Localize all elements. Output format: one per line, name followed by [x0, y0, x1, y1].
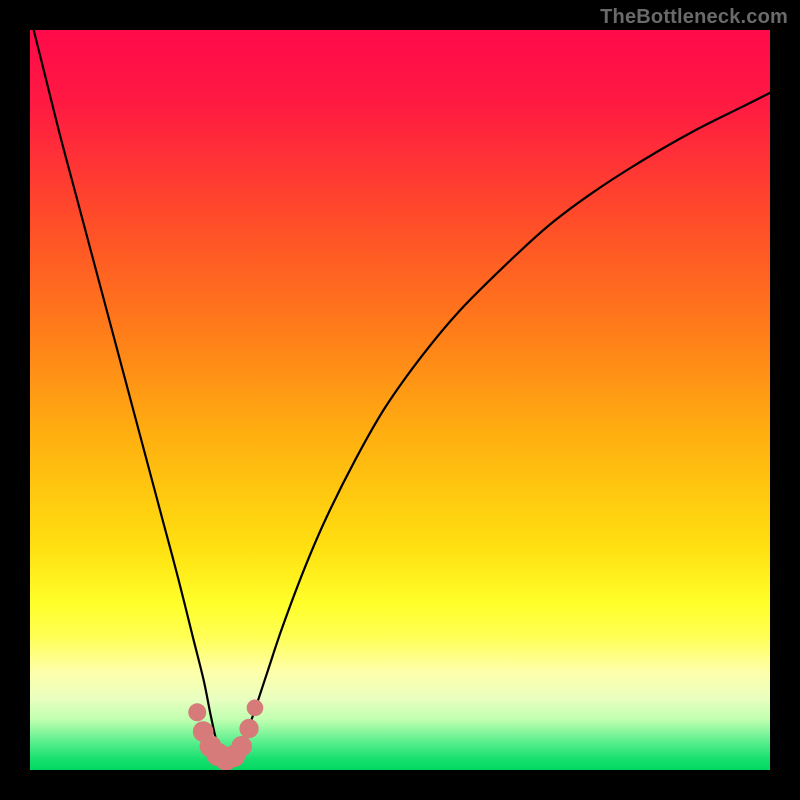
watermark-text: TheBottleneck.com — [600, 6, 788, 29]
curve-marker — [231, 736, 252, 757]
chart-frame: TheBottleneck.com — [0, 0, 800, 800]
bottleneck-curve — [30, 30, 770, 761]
curve-marker — [188, 703, 206, 721]
curve-marker — [239, 719, 258, 738]
bottom-marker-cluster — [188, 700, 263, 770]
bottleneck-curve-svg — [30, 30, 770, 770]
plot-area — [30, 30, 770, 770]
curve-marker — [247, 700, 264, 717]
